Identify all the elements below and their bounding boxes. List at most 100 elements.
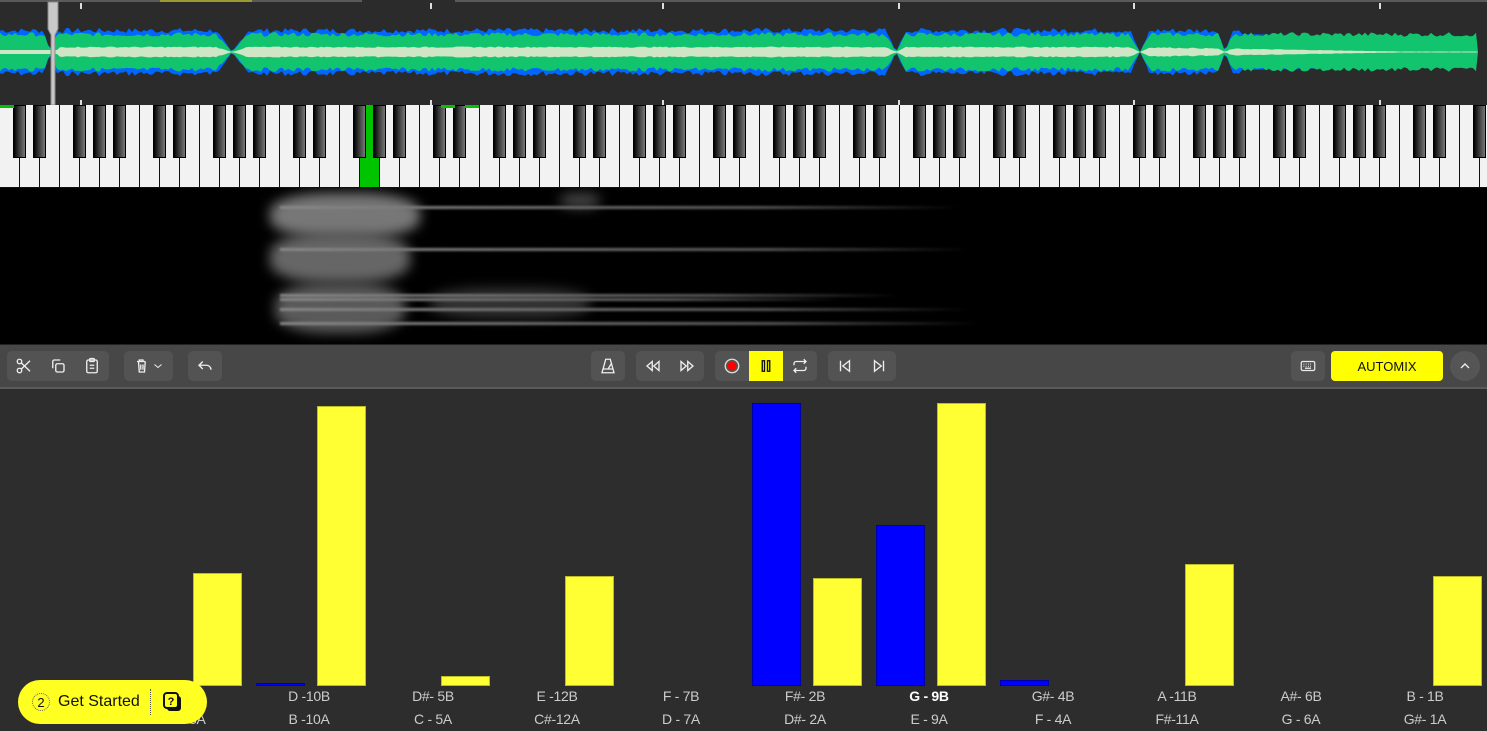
- ruler-line: [160, 0, 252, 2]
- piano-keyboard[interactable]: [0, 105, 1487, 188]
- black-key[interactable]: [1053, 105, 1066, 158]
- major-key-label: G#- 4B: [1031, 688, 1075, 704]
- skip-back-button[interactable]: [828, 351, 862, 381]
- black-key[interactable]: [93, 105, 106, 158]
- skip-forward-button[interactable]: [862, 351, 896, 381]
- black-key[interactable]: [793, 105, 806, 158]
- black-key[interactable]: [1153, 105, 1166, 158]
- black-key[interactable]: [13, 105, 26, 158]
- major-key-label: F - 7B: [662, 688, 700, 704]
- black-key[interactable]: [533, 105, 546, 158]
- delete-dropdown[interactable]: [124, 351, 173, 381]
- black-key[interactable]: [853, 105, 866, 158]
- playhead-handle[interactable]: [47, 0, 59, 105]
- pause-button[interactable]: [749, 351, 783, 381]
- black-key[interactable]: [593, 105, 606, 158]
- black-key[interactable]: [873, 105, 886, 158]
- black-key[interactable]: [1333, 105, 1346, 158]
- black-key[interactable]: [653, 105, 666, 158]
- ruler-tick: [898, 3, 900, 9]
- black-key[interactable]: [1193, 105, 1206, 158]
- black-key[interactable]: [1093, 105, 1106, 158]
- black-key[interactable]: [773, 105, 786, 158]
- black-key[interactable]: [1353, 105, 1366, 158]
- key-histogram-chart: C - 8BA - 8AC#- 3BA#- 3AD -10BB -10AD#- …: [0, 390, 1487, 731]
- black-key[interactable]: [253, 105, 266, 158]
- major-bar-9: [1185, 564, 1234, 686]
- black-key[interactable]: [673, 105, 686, 158]
- undo-icon: [198, 361, 212, 370]
- black-key[interactable]: [933, 105, 946, 158]
- black-key[interactable]: [1373, 105, 1386, 158]
- major-bar-3: [441, 676, 490, 686]
- keyboard-button[interactable]: [1291, 351, 1325, 381]
- rewind-button[interactable]: [636, 351, 670, 381]
- black-key[interactable]: [353, 105, 366, 158]
- toolbar: AUTOMIX: [0, 344, 1487, 389]
- black-key[interactable]: [1473, 105, 1486, 158]
- record-button[interactable]: [715, 351, 749, 381]
- black-key[interactable]: [393, 105, 406, 158]
- collapse-button[interactable]: [1450, 351, 1480, 381]
- black-key[interactable]: [113, 105, 126, 158]
- undo-button[interactable]: [188, 351, 222, 381]
- black-key[interactable]: [453, 105, 466, 158]
- delete-button[interactable]: [124, 351, 173, 381]
- ruler-tick: [1133, 3, 1135, 9]
- fast-forward-icon: [680, 360, 695, 372]
- black-key[interactable]: [993, 105, 1006, 158]
- transport-group: [715, 351, 817, 381]
- black-key[interactable]: [293, 105, 306, 158]
- chevron-down-icon: [153, 364, 162, 369]
- copy-button[interactable]: [41, 351, 75, 381]
- black-key[interactable]: [1273, 105, 1286, 158]
- clipboard-icon: [86, 357, 98, 374]
- metronome-button[interactable]: [591, 351, 625, 381]
- chevron-up-icon: [1460, 363, 1470, 369]
- black-key[interactable]: [573, 105, 586, 158]
- get-started-button[interactable]: 2 Get Started ?: [18, 680, 207, 724]
- fast-forward-button[interactable]: [670, 351, 704, 381]
- timeline-ruler[interactable]: [0, 0, 1487, 10]
- black-key[interactable]: [173, 105, 186, 158]
- cut-button[interactable]: [7, 351, 41, 381]
- black-key[interactable]: [433, 105, 446, 158]
- black-key[interactable]: [373, 105, 386, 158]
- black-key[interactable]: [493, 105, 506, 158]
- black-key[interactable]: [1133, 105, 1146, 158]
- black-key[interactable]: [33, 105, 46, 158]
- black-key[interactable]: [1293, 105, 1306, 158]
- automix-button[interactable]: AUTOMIX: [1331, 351, 1443, 381]
- black-key[interactable]: [713, 105, 726, 158]
- black-key[interactable]: [1213, 105, 1226, 158]
- black-key[interactable]: [813, 105, 826, 158]
- waveform-overview[interactable]: [0, 0, 1487, 105]
- spectrogram: [0, 188, 1487, 344]
- black-key[interactable]: [1413, 105, 1426, 158]
- loop-button[interactable]: [783, 351, 817, 381]
- black-key[interactable]: [913, 105, 926, 158]
- black-key[interactable]: [213, 105, 226, 158]
- black-key[interactable]: [233, 105, 246, 158]
- spectrogram-line: [280, 322, 980, 325]
- black-key[interactable]: [513, 105, 526, 158]
- ruler-tick: [80, 3, 82, 9]
- major-key-label: B - 1B: [1406, 688, 1444, 704]
- note-marker: [441, 105, 455, 108]
- major-bar-1: [193, 572, 242, 686]
- black-key[interactable]: [1233, 105, 1246, 158]
- paste-button[interactable]: [75, 351, 109, 381]
- minor-bar-2: [256, 683, 305, 686]
- black-key[interactable]: [953, 105, 966, 158]
- black-key[interactable]: [1433, 105, 1446, 158]
- black-key[interactable]: [733, 105, 746, 158]
- black-key[interactable]: [1073, 105, 1086, 158]
- black-key[interactable]: [313, 105, 326, 158]
- major-bar-11: [1433, 575, 1482, 686]
- ruler-tick: [1379, 3, 1381, 9]
- black-key[interactable]: [633, 105, 646, 158]
- black-key[interactable]: [153, 105, 166, 158]
- keyboard-icon: [1300, 360, 1316, 372]
- black-key[interactable]: [73, 105, 86, 158]
- black-key[interactable]: [1013, 105, 1026, 158]
